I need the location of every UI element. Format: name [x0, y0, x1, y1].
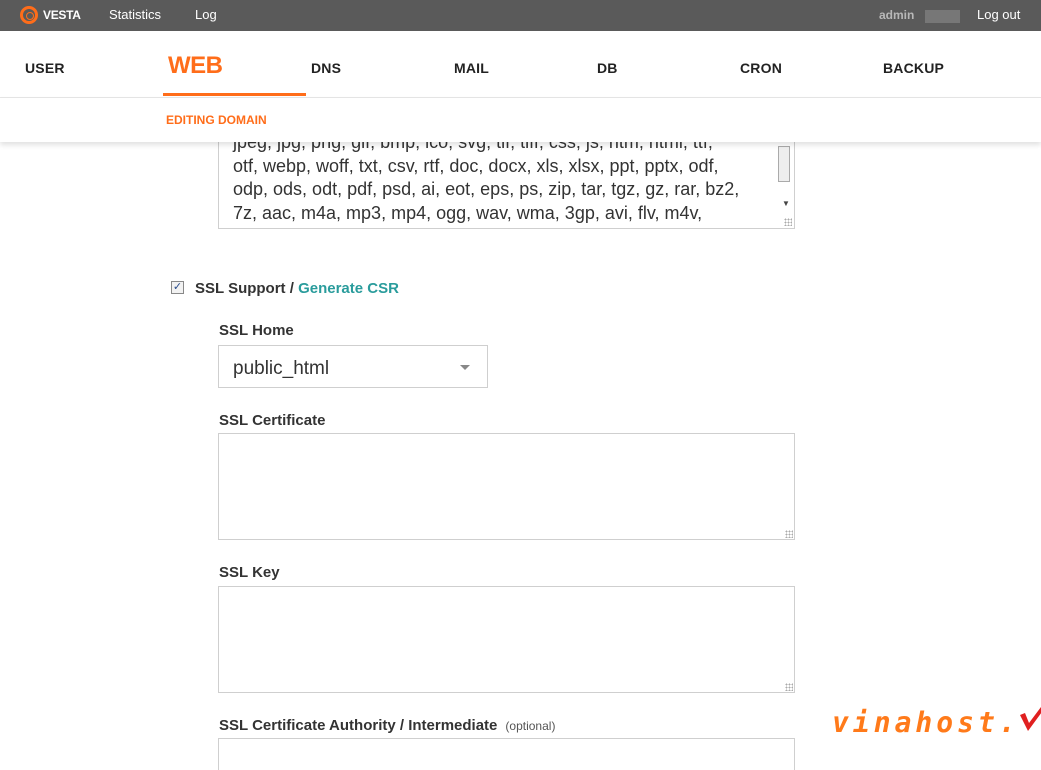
ssl-home-select[interactable]: public_html: [218, 345, 488, 388]
tab-dns[interactable]: DNS: [311, 60, 341, 76]
checkmark-logo-icon: [1019, 706, 1041, 731]
logo-text: VESTA: [43, 8, 81, 22]
extensions-line: odp, ods, odt, pdf, psd, ai, eot, eps, p…: [233, 179, 740, 199]
log-link[interactable]: Log: [195, 7, 217, 22]
active-tab-indicator: [163, 93, 306, 96]
user-name[interactable]: admin: [879, 8, 914, 22]
ssl-certificate-textarea[interactable]: [218, 433, 795, 540]
resize-grip-icon[interactable]: [785, 530, 793, 538]
watermark-text: vinahost.: [832, 706, 1020, 739]
extensions-textarea[interactable]: jpeg, jpg, png, gif, bmp, ico, svg, tif,…: [218, 142, 795, 229]
tab-db[interactable]: DB: [597, 60, 618, 76]
tab-web[interactable]: WEB: [168, 52, 223, 80]
vinahost-watermark: vinahost.: [832, 697, 1041, 739]
tab-backup[interactable]: BACKUP: [883, 60, 944, 76]
generate-csr-link[interactable]: Generate CSR: [298, 280, 399, 297]
ssl-support-label: SSL Support / Generate CSR: [195, 280, 399, 297]
ssl-support-text: SSL Support /: [195, 280, 294, 297]
main-nav: USER WEB DNS MAIL DB CRON BACKUP: [0, 31, 1041, 98]
ssl-key-textarea[interactable]: [218, 586, 795, 693]
ssl-certificate-label: SSL Certificate: [219, 412, 326, 429]
logout-link[interactable]: Log out: [977, 7, 1020, 22]
chevron-down-icon: [460, 365, 470, 370]
ssl-key-label: SSL Key: [219, 564, 280, 581]
tab-cron[interactable]: CRON: [740, 60, 782, 76]
extensions-line: jpeg, jpg, png, gif, bmp, ico, svg, tif,…: [233, 142, 713, 152]
top-bar: VESTA Statistics Log admin Log out: [0, 0, 1041, 31]
sub-nav: EDITING DOMAIN: [0, 98, 1041, 142]
optional-hint: (optional): [505, 719, 556, 733]
ssl-ca-label: SSL Certificate Authority / Intermediate…: [219, 717, 555, 734]
extensions-line: 7z, aac, m4a, mp3, mp4, ogg, wav, wma, 3…: [233, 202, 703, 223]
tab-user[interactable]: USER: [25, 60, 65, 76]
ssl-home-value: public_html: [233, 358, 330, 379]
user-info-redacted: [925, 10, 960, 23]
ssl-home-label: SSL Home: [219, 322, 294, 339]
ssl-support-checkbox[interactable]: ✓: [171, 281, 184, 294]
ssl-ca-label-text: SSL Certificate Authority / Intermediate: [219, 717, 498, 734]
extensions-line: otf, webp, woff, txt, csv, rtf, doc, doc…: [233, 155, 719, 176]
ssl-ca-textarea[interactable]: [218, 738, 795, 770]
vesta-logo[interactable]: VESTA: [20, 6, 81, 24]
statistics-link[interactable]: Statistics: [109, 7, 161, 22]
extensions-text: jpeg, jpg, png, gif, bmp, ico, svg, tif,…: [233, 142, 773, 225]
editing-domain-label: EDITING DOMAIN: [166, 113, 267, 127]
tab-mail[interactable]: MAIL: [454, 60, 489, 76]
resize-grip-icon[interactable]: [785, 683, 793, 691]
vesta-logo-icon: [20, 6, 38, 24]
edit-domain-form: jpeg, jpg, png, gif, bmp, ico, svg, tif,…: [0, 142, 1041, 770]
